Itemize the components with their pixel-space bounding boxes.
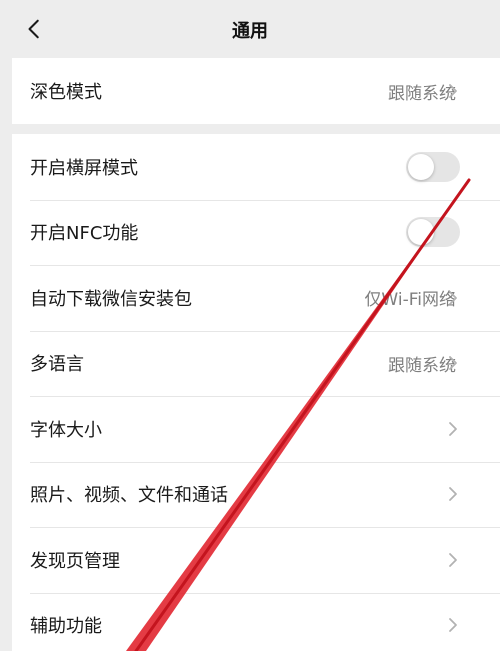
landscape-mode-label: 开启横屏模式 <box>30 157 138 179</box>
auto-download-value: 仅Wi-Fi网络 <box>364 290 456 311</box>
toggle-knob <box>408 219 434 246</box>
media-files-calls-label: 照片、视频、文件和通话 <box>30 485 228 507</box>
language-row[interactable]: 多语言 跟随系统 <box>12 330 500 397</box>
chevron-right-icon <box>446 485 460 503</box>
font-size-label: 字体大小 <box>30 419 102 441</box>
language-label: 多语言 <box>30 354 84 376</box>
dark-mode-row[interactable]: 深色模式 跟随系统 <box>12 58 500 124</box>
auto-download-label: 自动下载微信安装包 <box>30 288 192 310</box>
discover-page-management-row[interactable]: 发现页管理 <box>12 527 500 593</box>
nfc-toggle[interactable] <box>406 217 460 248</box>
chevron-right-icon <box>446 616 460 634</box>
chevron-right-icon <box>446 420 460 438</box>
landscape-mode-toggle[interactable] <box>406 151 460 182</box>
dark-mode-label: 深色模式 <box>30 82 102 103</box>
auto-download-row[interactable]: 自动下载微信安装包 仅Wi-Fi网络 <box>12 265 500 331</box>
chevron-right-icon <box>446 82 460 100</box>
general-settings-group: 开启横屏模式 开启NFC功能 自动下载微信安装包 仅Wi-Fi网络 多语言 跟随… <box>12 134 500 651</box>
accessibility-row[interactable]: 辅助功能 <box>12 592 500 651</box>
page-title: 通用 <box>232 21 268 42</box>
display-settings-group: 深色模式 跟随系统 <box>12 58 500 124</box>
font-size-row[interactable]: 字体大小 <box>12 396 500 462</box>
nfc-row: 开启NFC功能 <box>12 199 500 266</box>
chevron-right-icon <box>446 289 460 307</box>
media-files-calls-row[interactable]: 照片、视频、文件和通话 <box>12 461 500 528</box>
chevron-right-icon <box>446 354 460 372</box>
chevron-right-icon <box>446 551 460 569</box>
landscape-mode-row: 开启横屏模式 <box>12 134 500 200</box>
discover-page-management-label: 发现页管理 <box>30 550 120 572</box>
settings-general-page: 通用 深色模式 跟随系统 开启横屏模式 开启NFC功能 自动下载微信安装包 仅W… <box>0 0 500 651</box>
accessibility-label: 辅助功能 <box>30 616 102 638</box>
toggle-knob <box>408 153 434 180</box>
navigation-bar: 通用 <box>0 0 500 58</box>
nfc-label: 开启NFC功能 <box>30 223 139 245</box>
